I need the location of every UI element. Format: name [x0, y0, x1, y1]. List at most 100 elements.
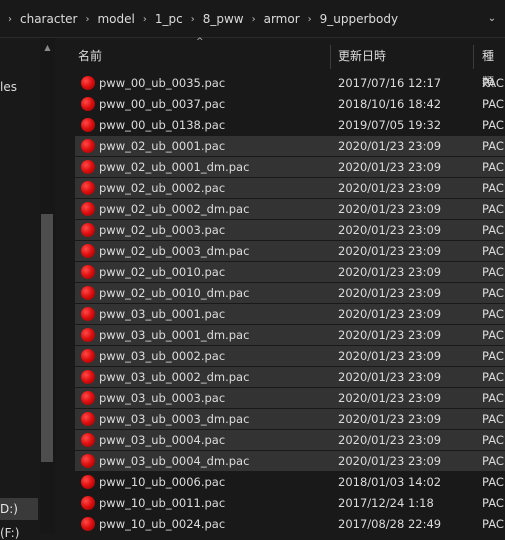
file-name: pww_03_ub_0003_dm.pac	[99, 412, 250, 426]
file-type: PAC	[482, 160, 504, 174]
red-sphere-file-icon	[81, 223, 95, 237]
red-sphere-file-icon	[81, 391, 95, 405]
file-date: 2020/01/23 23:09	[338, 244, 442, 258]
file-type: PAC	[482, 265, 504, 279]
breadcrumb-item[interactable]: character	[20, 12, 77, 26]
scroll-up-arrow-icon[interactable]: ▲	[40, 42, 55, 54]
file-name: pww_02_ub_0010.pac	[99, 265, 226, 279]
nav-scrollbar-thumb[interactable]	[41, 214, 53, 462]
file-name: pww_03_ub_0002_dm.pac	[99, 370, 250, 384]
file-row[interactable]: pww_00_ub_0037.pac 2018/10/16 18:42 PAC	[75, 94, 505, 114]
file-row[interactable]: pww_03_ub_0004.pac 2020/01/23 23:09 PAC	[75, 430, 505, 450]
file-date: 2018/10/16 18:42	[338, 97, 442, 111]
file-type: PAC	[482, 202, 504, 216]
red-sphere-file-icon	[81, 76, 95, 90]
file-type: PAC	[482, 286, 504, 300]
file-date: 2020/01/23 23:09	[338, 307, 442, 321]
file-row[interactable]: pww_03_ub_0003_dm.pac 2020/01/23 23:09 PAC	[75, 409, 505, 429]
column-divider[interactable]	[330, 45, 331, 69]
chevron-right-icon[interactable]: ›	[191, 14, 195, 25]
file-type: PAC	[482, 496, 504, 510]
chevron-right-icon[interactable]: ›	[8, 14, 12, 25]
file-row[interactable]: pww_03_ub_0001.pac 2020/01/23 23:09 PAC	[75, 304, 505, 324]
red-sphere-file-icon	[81, 181, 95, 195]
red-sphere-file-icon	[81, 286, 95, 300]
file-type: PAC	[482, 97, 504, 111]
column-header-date[interactable]: 更新日時	[338, 43, 386, 69]
column-header-type[interactable]: 種類	[482, 43, 505, 89]
file-type: PAC	[482, 223, 504, 237]
file-type: PAC	[482, 244, 504, 258]
file-date: 2017/07/16 12:17	[338, 76, 442, 90]
file-name: pww_02_ub_0010_dm.pac	[99, 286, 250, 300]
file-type: PAC	[482, 118, 504, 132]
chevron-right-icon[interactable]: ›	[252, 14, 256, 25]
file-date: 2020/01/23 23:09	[338, 181, 442, 195]
file-row[interactable]: pww_02_ub_0003.pac 2020/01/23 23:09 PAC	[75, 220, 505, 240]
file-row[interactable]: pww_03_ub_0002_dm.pac 2020/01/23 23:09 PAC	[75, 367, 505, 387]
file-row[interactable]: pww_02_ub_0002_dm.pac 2020/01/23 23:09 PAC	[75, 199, 505, 219]
red-sphere-file-icon	[81, 433, 95, 447]
file-type: PAC	[482, 433, 504, 447]
file-row[interactable]: pww_10_ub_0006.pac 2018/01/03 14:02 PAC	[75, 472, 505, 492]
file-date: 2020/01/23 23:09	[338, 265, 442, 279]
breadcrumb-item[interactable]: model	[97, 12, 134, 26]
breadcrumb-item[interactable]: 8_pww	[203, 12, 244, 26]
chevron-down-icon[interactable]: ⌄	[484, 11, 500, 27]
column-header-name[interactable]: 名前	[78, 43, 102, 69]
file-name: pww_03_ub_0001_dm.pac	[99, 328, 250, 342]
file-name: pww_03_ub_0004.pac	[99, 433, 226, 447]
file-type: PAC	[482, 181, 504, 195]
sort-ascending-icon: ^	[196, 37, 204, 47]
file-date: 2020/01/23 23:09	[338, 349, 442, 363]
file-row[interactable]: pww_10_ub_0024.pac 2017/08/28 22:49 PAC	[75, 514, 505, 534]
breadcrumb-item[interactable]: 1_pc	[155, 12, 183, 26]
file-row[interactable]: pww_00_ub_0138.pac 2019/07/05 19:32 PAC	[75, 115, 505, 135]
nav-item-partial[interactable]: les	[0, 80, 17, 94]
file-row[interactable]: pww_02_ub_0010.pac 2020/01/23 23:09 PAC	[75, 262, 505, 282]
file-name: pww_10_ub_0006.pac	[99, 475, 226, 489]
file-row[interactable]: pww_02_ub_0003_dm.pac 2020/01/23 23:09 PAC	[75, 241, 505, 261]
red-sphere-file-icon	[81, 244, 95, 258]
file-name: pww_02_ub_0001_dm.pac	[99, 160, 250, 174]
file-date: 2017/08/28 22:49	[338, 517, 442, 531]
file-date: 2017/12/24 1:18	[338, 496, 434, 510]
red-sphere-file-icon	[81, 328, 95, 342]
file-row[interactable]: pww_02_ub_0001_dm.pac 2020/01/23 23:09 PAC	[75, 157, 505, 177]
file-row[interactable]: pww_03_ub_0003.pac 2020/01/23 23:09 PAC	[75, 388, 505, 408]
file-name: pww_03_ub_0001.pac	[99, 307, 226, 321]
chevron-right-icon[interactable]: ›	[308, 14, 312, 25]
file-row[interactable]: pww_03_ub_0002.pac 2020/01/23 23:09 PAC	[75, 346, 505, 366]
file-date: 2020/01/23 23:09	[338, 286, 442, 300]
breadcrumb-item[interactable]: armor	[264, 12, 300, 26]
file-name: pww_02_ub_0001.pac	[99, 139, 226, 153]
file-date: 2020/01/23 23:09	[338, 223, 442, 237]
nav-item-drive-d[interactable]: D:)	[0, 502, 18, 516]
chevron-right-icon[interactable]: ›	[143, 14, 147, 25]
nav-item-drive-f[interactable]: (F:)	[0, 526, 19, 540]
file-row[interactable]: pww_02_ub_0010_dm.pac 2020/01/23 23:09 PAC	[75, 283, 505, 303]
red-sphere-file-icon	[81, 475, 95, 489]
file-name: pww_10_ub_0011.pac	[99, 496, 226, 510]
file-date: 2020/01/23 23:09	[338, 328, 442, 342]
file-row[interactable]: pww_03_ub_0001_dm.pac 2020/01/23 23:09 PAC	[75, 325, 505, 345]
file-type: PAC	[482, 454, 504, 468]
file-date: 2020/01/23 23:09	[338, 202, 442, 216]
file-row[interactable]: pww_03_ub_0004_dm.pac 2020/01/23 23:09 PAC	[75, 451, 505, 471]
red-sphere-file-icon	[81, 118, 95, 132]
file-row[interactable]: pww_02_ub_0001.pac 2020/01/23 23:09 PAC	[75, 136, 505, 156]
address-bar[interactable]: › character › model › 1_pc › 8_pww › armor › 9_uppe…	[0, 0, 505, 38]
red-sphere-file-icon	[81, 160, 95, 174]
file-row[interactable]: pww_02_ub_0002.pac 2020/01/23 23:09 PAC	[75, 178, 505, 198]
file-row[interactable]: pww_00_ub_0035.pac 2017/07/16 12:17 PAC	[75, 73, 505, 93]
file-type: PAC	[482, 370, 504, 384]
breadcrumb-item[interactable]: 9_upperbody	[320, 12, 398, 26]
file-date: 2019/07/05 19:32	[338, 118, 442, 132]
red-sphere-file-icon	[81, 307, 95, 321]
file-name: pww_02_ub_0002.pac	[99, 181, 226, 195]
red-sphere-file-icon	[81, 454, 95, 468]
red-sphere-file-icon	[81, 202, 95, 216]
file-row[interactable]: pww_10_ub_0011.pac 2017/12/24 1:18 PAC	[75, 493, 505, 513]
column-divider[interactable]	[473, 45, 474, 69]
chevron-right-icon[interactable]: ›	[85, 14, 89, 25]
